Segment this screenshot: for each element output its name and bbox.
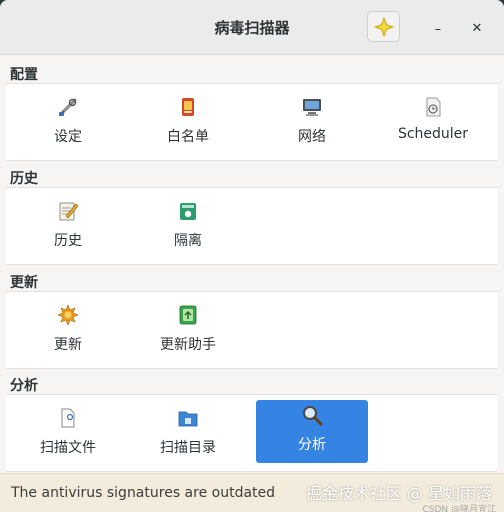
scan-file-icon [61,408,75,428]
item-scan-directory[interactable]: 扫描目录 [132,403,244,465]
close-icon: ✕ [471,21,483,36]
item-quarantine[interactable]: 隔离 [132,196,244,258]
close-button[interactable]: ✕ [466,16,488,38]
item-label: 更新 [54,337,82,353]
star-button[interactable] [367,11,400,42]
item-whitelist[interactable]: 白名单 [132,92,244,154]
quarantine-icon [180,203,196,220]
tools-icon [59,98,77,116]
star-icon [373,16,394,37]
item-label: Scheduler [397,126,469,142]
scheduler-icon [426,97,441,117]
titlebar: 病毒扫描器 ⎯ ✕ [0,0,504,55]
section-analysis: 扫描文件 扫描目录 分析 [6,394,497,472]
analysis-icon [303,406,323,426]
item-scheduler[interactable]: Scheduler [377,92,489,154]
item-label: 更新助手 [160,337,216,353]
item-update[interactable]: 更新 [12,300,124,362]
item-label: 分析 [298,437,326,453]
minimize-button[interactable]: ⎯ [427,16,449,38]
item-history[interactable]: 历史 [12,196,124,258]
item-label: 白名单 [167,129,209,145]
status-bar: The antivirus signatures are outdated 掘金… [0,473,504,512]
minimize-icon: ⎯ [435,24,441,35]
item-label: 网络 [298,129,326,145]
item-label: 设定 [54,129,82,145]
section-config: 设定 白名单 网络 Scheduler [6,83,497,161]
watermark-sub: CSDN @晓月宜江 [422,505,496,512]
item-settings[interactable]: 设定 [12,92,124,154]
section-heading-analysis: 分析 [10,378,38,394]
item-analysis[interactable]: 分析 [256,400,368,463]
section-update: 更新 更新助手 [6,291,497,369]
scan-directory-icon [178,411,198,427]
item-label: 扫描文件 [40,440,96,456]
whitelist-icon [182,98,194,116]
app-window: 病毒扫描器 ⎯ ✕ 配置 设定 白名单 网络 Scheduler 历史 历史 隔… [0,0,504,512]
history-icon [59,202,79,221]
section-heading-history: 历史 [10,171,38,187]
item-network[interactable]: 网络 [256,92,368,154]
item-label: 扫描目录 [160,440,216,456]
item-label: 隔离 [174,233,202,249]
update-assistant-icon [179,305,197,325]
update-icon [57,304,79,326]
status-message: The antivirus signatures are outdated [11,485,276,501]
section-heading-config: 配置 [10,67,38,83]
section-heading-update: 更新 [10,275,38,291]
item-update-assistant[interactable]: 更新助手 [132,300,244,362]
item-label: 历史 [54,233,82,249]
watermark: 掘金技术社区 @ 星如雨落 [305,484,492,503]
item-scan-file[interactable]: 扫描文件 [12,403,124,465]
network-icon [303,99,321,116]
section-history: 历史 隔离 [6,187,497,265]
